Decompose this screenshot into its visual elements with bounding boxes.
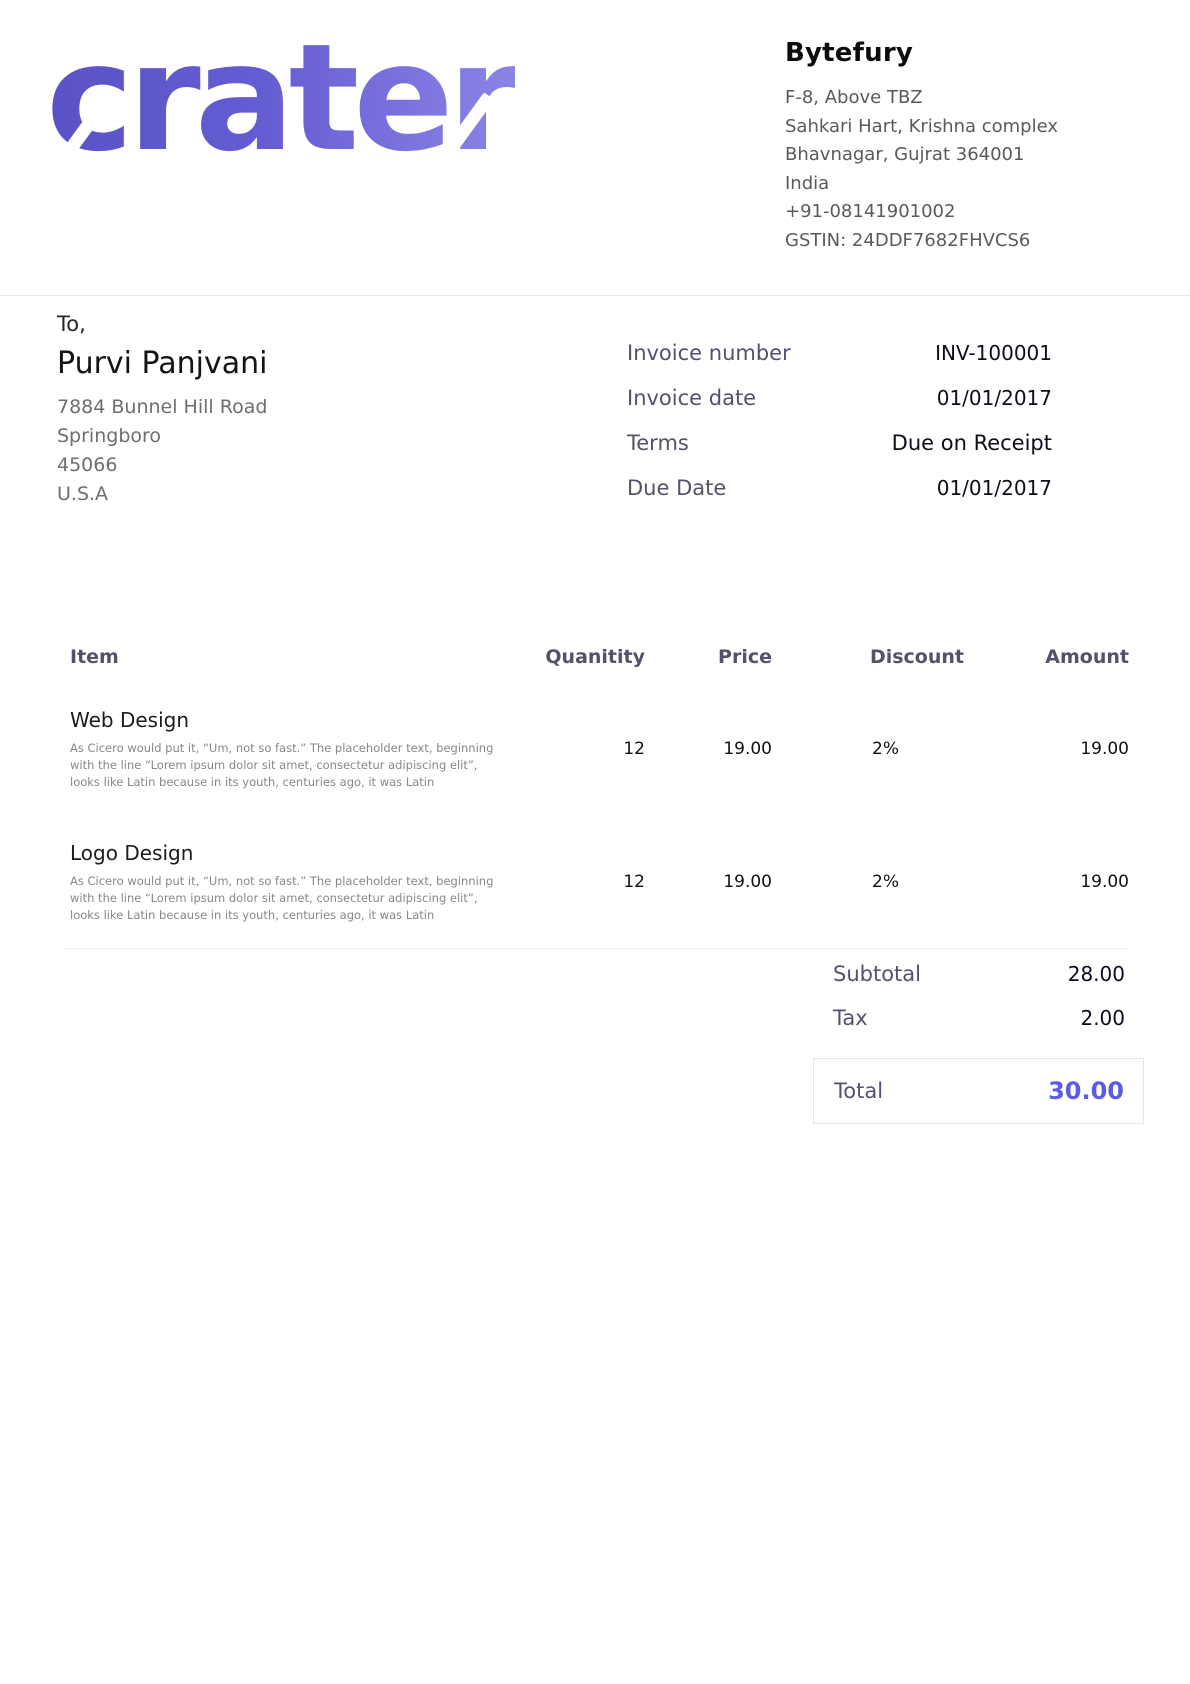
item-discount: 2% bbox=[772, 815, 964, 949]
column-header-discount: Discount bbox=[772, 638, 964, 682]
bill-to-prefix: To, bbox=[57, 312, 477, 336]
item-name: Logo Design bbox=[70, 841, 505, 865]
items-table-section: Item Quanitity Price Discount Amount Web… bbox=[65, 638, 1129, 949]
total-value: 30.00 bbox=[1048, 1077, 1124, 1105]
tax-value: 2.00 bbox=[1080, 1006, 1125, 1030]
tax-label: Tax bbox=[833, 1006, 868, 1030]
customer-address-line: 45066 bbox=[57, 451, 477, 480]
company-address-line: Sahkari Hart, Krishna complex bbox=[785, 113, 1165, 142]
item-quantity: 12 bbox=[515, 682, 645, 815]
customer-name: Purvi Panjvani bbox=[57, 346, 477, 381]
item-discount: 2% bbox=[772, 682, 964, 815]
invoice-meta: Invoice number INV-100001 Invoice date 0… bbox=[627, 330, 1052, 510]
company-address-line: Bhavnagar, Gujrat 364001 bbox=[785, 141, 1165, 170]
total-box: Total 30.00 bbox=[813, 1058, 1144, 1124]
item-price: 19.00 bbox=[645, 682, 772, 815]
subtotal-value: 28.00 bbox=[1068, 962, 1125, 986]
invoice-date-label: Invoice date bbox=[627, 386, 756, 410]
item-amount: 19.00 bbox=[964, 682, 1129, 815]
column-header-item: Item bbox=[65, 638, 515, 682]
terms-value: Due on Receipt bbox=[892, 431, 1052, 455]
crater-logo-text: crater bbox=[46, 24, 515, 172]
column-header-price: Price bbox=[645, 638, 772, 682]
invoice-page: crater Bytefury F-8, Above TBZ Sahkari H… bbox=[0, 0, 1190, 1684]
subtotal-label: Subtotal bbox=[833, 962, 921, 986]
item-description: As Cicero would put it, “Um, not so fast… bbox=[70, 873, 502, 924]
terms-row: Terms Due on Receipt bbox=[627, 420, 1052, 465]
item-amount: 19.00 bbox=[964, 815, 1129, 949]
table-row: Web Design As Cicero would put it, “Um, … bbox=[65, 682, 1129, 815]
company-gstin: GSTIN: 24DDF7682FHVCS6 bbox=[785, 227, 1165, 256]
due-date-row: Due Date 01/01/2017 bbox=[627, 465, 1052, 510]
item-cell: Logo Design As Cicero would put it, “Um,… bbox=[65, 815, 515, 949]
crater-logo: crater bbox=[46, 52, 506, 192]
company-address-line: F-8, Above TBZ bbox=[785, 84, 1165, 113]
invoice-date-row: Invoice date 01/01/2017 bbox=[627, 375, 1052, 420]
due-date-label: Due Date bbox=[627, 476, 726, 500]
company-block: Bytefury F-8, Above TBZ Sahkari Hart, Kr… bbox=[785, 38, 1165, 255]
customer-address-line: U.S.A bbox=[57, 480, 477, 509]
invoice-number-row: Invoice number INV-100001 bbox=[627, 330, 1052, 375]
column-header-amount: Amount bbox=[964, 638, 1129, 682]
column-header-quantity: Quanitity bbox=[515, 638, 645, 682]
total-label: Total bbox=[834, 1079, 883, 1103]
subtotal-row: Subtotal 28.00 bbox=[813, 952, 1144, 996]
customer-address-line: Springboro bbox=[57, 422, 477, 451]
due-date-value: 01/01/2017 bbox=[937, 476, 1052, 500]
item-cell: Web Design As Cicero would put it, “Um, … bbox=[65, 682, 515, 815]
tax-row: Tax 2.00 bbox=[813, 996, 1144, 1040]
item-price: 19.00 bbox=[645, 815, 772, 949]
items-table-header-row: Item Quanitity Price Discount Amount bbox=[65, 638, 1129, 682]
totals-section: Subtotal 28.00 Tax 2.00 Total 30.00 bbox=[813, 952, 1144, 1124]
terms-label: Terms bbox=[627, 431, 689, 455]
invoice-header: crater Bytefury F-8, Above TBZ Sahkari H… bbox=[0, 0, 1190, 296]
item-quantity: 12 bbox=[515, 815, 645, 949]
item-name: Web Design bbox=[70, 708, 505, 732]
company-name: Bytefury bbox=[785, 38, 1165, 68]
items-table: Item Quanitity Price Discount Amount Web… bbox=[65, 638, 1129, 949]
bill-to-block: To, Purvi Panjvani 7884 Bunnel Hill Road… bbox=[57, 312, 477, 509]
customer-address-line: 7884 Bunnel Hill Road bbox=[57, 393, 477, 422]
invoice-date-value: 01/01/2017 bbox=[937, 386, 1052, 410]
invoice-number-value: INV-100001 bbox=[935, 341, 1052, 365]
company-phone: +91-08141901002 bbox=[785, 198, 1165, 227]
table-row: Logo Design As Cicero would put it, “Um,… bbox=[65, 815, 1129, 949]
item-description: As Cicero would put it, “Um, not so fast… bbox=[70, 740, 502, 791]
invoice-number-label: Invoice number bbox=[627, 341, 791, 365]
company-address-line: India bbox=[785, 170, 1165, 199]
